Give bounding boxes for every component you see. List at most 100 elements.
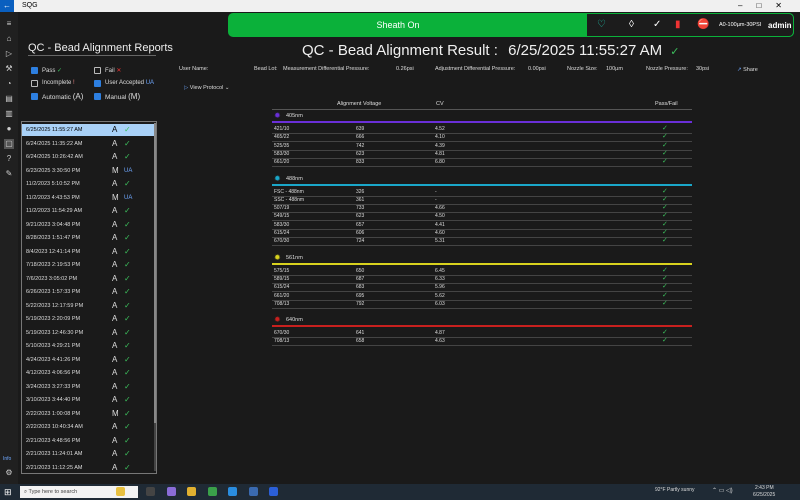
report-status: ✓ <box>124 314 131 323</box>
report-date: 5/22/2023 12:17:59 PM <box>26 302 84 309</box>
pass-check-icon: ✓ <box>662 329 668 337</box>
list-item[interactable]: 9/21/2023 3:04:48 PM A ✓ <box>22 219 156 231</box>
back-arrow-icon[interactable]: ← <box>0 0 14 12</box>
gauge-icon[interactable]: ◔ <box>4 79 14 89</box>
list-item[interactable]: 11/2/2023 5:10:52 PM A ✓ <box>22 178 156 190</box>
report-date: 2/21/2023 4:48:56 PM <box>26 437 81 444</box>
list-item[interactable]: 5/22/2023 12:17:59 PM A ✓ <box>22 300 156 312</box>
list-item[interactable]: 2/21/2023 4:48:56 PM A ✓ <box>22 435 156 447</box>
pass-checkbox[interactable] <box>31 67 38 74</box>
list-item[interactable]: 6/25/2025 11:55:27 AM A ✓ <box>22 124 156 136</box>
windows-start-icon[interactable]: ⊞ <box>4 487 12 498</box>
automatic-checkbox[interactable] <box>31 93 38 100</box>
list-item[interactable]: 5/19/2023 12:46:30 PM A ✓ <box>22 327 156 339</box>
list-item[interactable]: 2/21/2023 11:12:25 AM A ✓ <box>22 462 156 474</box>
pen-icon[interactable]: ✎ <box>4 169 14 179</box>
manual-label: Manual (M) <box>105 92 141 101</box>
report-status: ✓ <box>124 435 131 445</box>
reports-scroll-thumb[interactable] <box>154 123 156 423</box>
list-item[interactable]: 5/19/2023 2:20:09 PM A ✓ <box>22 313 156 325</box>
fail-checkbox[interactable] <box>94 67 101 74</box>
laser-star-icon: ✹ <box>274 315 281 325</box>
list-item[interactable]: 3/24/2023 3:27:33 PM A ✓ <box>22 381 156 393</box>
report-mode: A <box>112 246 118 256</box>
channel-name: 507/19 <box>274 205 290 212</box>
reports-title: QC - Bead Alignment Reports <box>28 42 173 54</box>
heartbeat-icon: ♡ <box>597 19 606 30</box>
list-item[interactable]: 4/24/2023 4:41:26 PM A ✓ <box>22 354 156 366</box>
alignment-voltage: 623 <box>356 213 365 220</box>
list-item[interactable]: 6/24/2025 10:26:42 AM A ✓ <box>22 151 156 163</box>
list-item[interactable]: 11/2/2023 11:54:29 AM A ✓ <box>22 205 156 217</box>
info-label[interactable]: Info <box>3 456 11 462</box>
edge-icon[interactable] <box>228 487 237 496</box>
list-item[interactable]: 11/2/2023 4:43:53 PM M UA <box>22 192 156 204</box>
incomplete-checkbox[interactable] <box>31 80 38 87</box>
cv-value: 4.41 <box>435 221 445 228</box>
reports-list[interactable]: 6/25/2025 11:55:27 AM A ✓ 6/24/2025 11:35:2… <box>21 121 157 474</box>
list-item[interactable]: 5/10/2023 4:29:21 PM A ✓ <box>22 340 156 352</box>
library-icon[interactable]: ▥ <box>4 109 14 119</box>
sqg-app-icon[interactable] <box>269 487 278 496</box>
menu-icon[interactable]: ≡ <box>4 19 14 29</box>
report-date: 6/24/2025 11:35:22 AM <box>26 140 83 147</box>
reports-icon[interactable]: ▢ <box>4 139 14 149</box>
copilot-icon[interactable] <box>116 487 125 496</box>
report-mode: A <box>112 449 118 458</box>
home-icon[interactable]: ⌂ <box>4 34 14 44</box>
file-explorer-icon[interactable] <box>187 487 196 496</box>
list-item[interactable]: 3/10/2023 3:44:40 PM A ✓ <box>22 394 156 406</box>
weather-widget[interactable]: 92°F Partly sunny <box>655 487 695 493</box>
laser-color-bar <box>272 183 692 186</box>
app-icon[interactable] <box>249 487 258 496</box>
channel-name: 525/35 <box>274 142 290 149</box>
report-status: ✓ <box>124 354 131 364</box>
channel-name: 661/20 <box>274 292 290 299</box>
window-controls[interactable]: –□✕ <box>738 1 796 10</box>
pass-check-icon: ✓ <box>662 274 668 282</box>
pass-check-icon: ✓ <box>662 149 668 157</box>
table-row: 670/30 724 5.31 ✓ <box>272 237 692 247</box>
alignment-voltage: 687 <box>356 275 365 282</box>
user-label[interactable]: admin <box>768 21 792 30</box>
fluid-drop-icon: ◊ <box>629 19 634 30</box>
task-view-icon[interactable] <box>146 487 155 496</box>
clock-date[interactable]: 6/25/2025 <box>753 492 775 498</box>
view-protocol-button[interactable]: ▷ View Protocol ⌄ <box>184 85 229 91</box>
list-item[interactable]: 2/21/2023 11:24:01 AM A ✓ <box>22 448 156 460</box>
report-status: ✓ <box>124 395 131 404</box>
result-title: QC - Bead Alignment Result : 6/25/2025 1… <box>302 42 680 59</box>
list-item[interactable]: 6/24/2025 11:35:22 AM A ✓ <box>22 138 156 150</box>
user-accepted-checkbox[interactable] <box>94 80 101 87</box>
list-item[interactable]: 6/23/2025 3:30:50 PM M UA <box>22 165 156 177</box>
channel-name: 708/13 <box>274 300 290 307</box>
list-item[interactable]: 6/26/2023 1:57:33 PM A ✓ <box>22 286 156 298</box>
list-item[interactable]: 7/18/2023 2:19:53 PM A ✓ <box>22 259 156 271</box>
list-item[interactable]: 2/22/2023 10:40:34 AM A ✓ <box>22 421 156 433</box>
list-item[interactable]: 2/22/2023 1:00:08 PM M ✓ <box>22 408 156 420</box>
chrome-icon[interactable] <box>208 487 217 496</box>
laser-name: 488nm <box>286 175 303 182</box>
teams-icon[interactable] <box>167 487 176 496</box>
report-status: ✓ <box>124 408 131 418</box>
user-icon[interactable]: ● <box>4 124 14 134</box>
list-item[interactable]: 8/4/2023 12:41:14 PM A ✓ <box>22 246 156 258</box>
list-item[interactable]: 7/6/2023 3:05:02 PM A ✓ <box>22 273 156 285</box>
tray-icons[interactable]: ⌃ ▭ ◁) <box>712 487 733 494</box>
pass-check-icon: ✓ <box>662 283 668 291</box>
report-status: ✓ <box>124 381 131 391</box>
nozzle-pressure-value: 30psi <box>696 66 710 72</box>
manual-checkbox[interactable] <box>94 93 101 100</box>
list-item[interactable]: 8/28/2023 1:51:47 PM A ✓ <box>22 232 156 244</box>
col-pf-header: Pass/Fail <box>655 101 678 107</box>
chevron-down-icon: ⌄ <box>224 85 230 91</box>
tools-icon[interactable]: ⚒ <box>4 64 14 74</box>
clock-time[interactable]: 2:43 PM <box>755 485 774 491</box>
play-icon[interactable]: ▷ <box>4 49 14 59</box>
settings-icon[interactable]: ⚙ <box>4 468 14 478</box>
stack-icon[interactable]: ▤ <box>4 94 14 104</box>
alignment-voltage: 695 <box>356 292 365 299</box>
share-button[interactable]: ↗ Share <box>737 67 758 73</box>
list-item[interactable]: 4/12/2023 4:06:56 PM A ✓ <box>22 367 156 379</box>
help-icon[interactable]: ? <box>4 154 14 164</box>
